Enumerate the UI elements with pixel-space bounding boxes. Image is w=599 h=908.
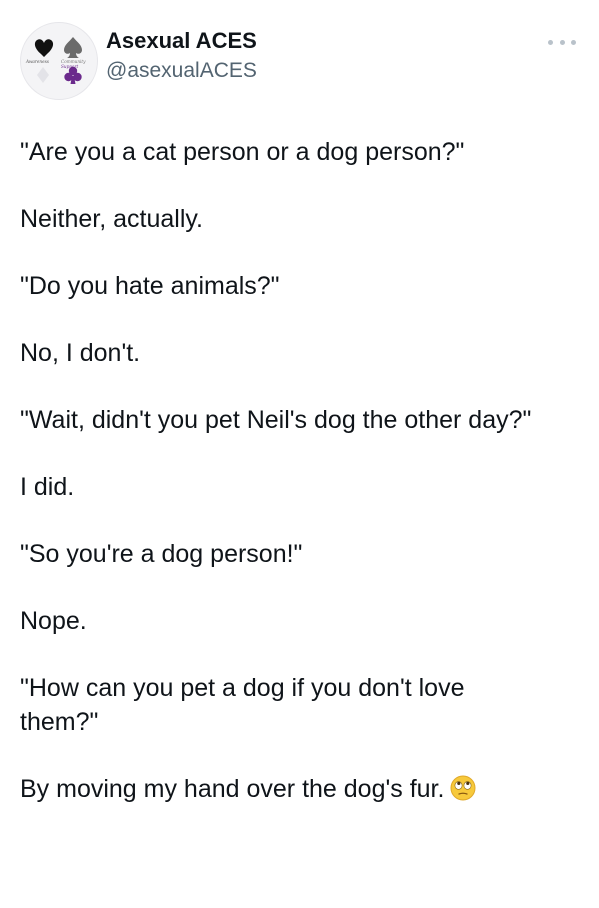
tweet-line: I did. — [20, 473, 75, 501]
tweet-line: Neither, actually. — [20, 205, 203, 233]
card-suits-logo-icon: Awareness Community Support — [25, 37, 86, 84]
author-handle[interactable]: @asexualACES — [106, 58, 257, 84]
tweet-header: Awareness Community Support Asexual ACES… — [20, 18, 580, 100]
face-with-rolling-eyes-icon — [450, 775, 476, 801]
tweet-line: "Wait, didn't you pet Neil's dog the oth… — [20, 406, 532, 434]
tweet-line-final-text: By moving my hand over the dog's fur. — [20, 775, 445, 803]
more-options-icon[interactable] — [548, 36, 576, 48]
tweet-line: "Are you a cat person or a dog person?" — [20, 138, 465, 166]
tweet-line: "How can you pet a dog if you don't love… — [20, 674, 465, 736]
tweet-line: No, I don't. — [20, 339, 141, 367]
more-dot — [559, 39, 565, 45]
tweet-line: Nope. — [20, 607, 87, 635]
tweet-line-final: By moving my hand over the dog's fur. — [20, 772, 580, 806]
avatar[interactable]: Awareness Community Support — [20, 22, 98, 100]
svg-text:Support: Support — [61, 64, 78, 69]
more-dot — [571, 39, 576, 45]
tweet-text: "Are you a cat person or a dog person?" … — [20, 135, 580, 806]
svg-text:Awareness: Awareness — [25, 59, 49, 64]
author-display-name[interactable]: Asexual ACES — [106, 28, 257, 54]
more-dot — [548, 39, 553, 45]
tweet-line: "Do you hate animals?" — [20, 272, 280, 300]
tweet-card: Awareness Community Support Asexual ACES… — [0, 0, 599, 908]
tweet-line: "So you're a dog person!" — [20, 540, 303, 568]
